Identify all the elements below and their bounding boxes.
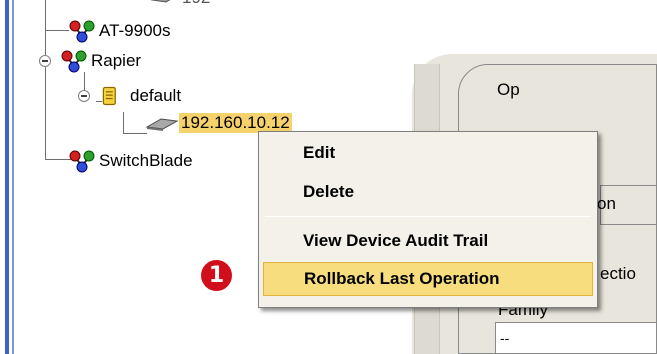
- network-node-icon: [69, 20, 95, 43]
- expander-toggle-icon[interactable]: [78, 90, 90, 102]
- panel-tab-label-partial: on: [597, 194, 616, 213]
- tree-item-rapier[interactable]: Rapier: [61, 49, 143, 73]
- tree-item-label: 192: [180, 0, 212, 8]
- family-field[interactable]: [495, 322, 657, 354]
- expander-toggle-icon[interactable]: [39, 55, 51, 67]
- tree-item-label: AT-9900s: [99, 21, 171, 40]
- menu-item-delete[interactable]: Delete: [263, 175, 593, 209]
- menu-separator: [265, 216, 591, 217]
- device-icon: [145, 118, 179, 131]
- menu-item-rollback-last-operation[interactable]: Rollback Last Operation: [263, 262, 593, 296]
- menu-item-edit[interactable]: Edit: [263, 136, 593, 170]
- tree-connector: [45, 0, 46, 159]
- menu-item-view-device-audit-trail[interactable]: View Device Audit Trail: [263, 224, 593, 258]
- tree-connector: [123, 133, 147, 134]
- tree-item-label: default: [130, 86, 182, 105]
- tree-connector: [45, 159, 71, 160]
- connection-label-partial: ectio: [600, 264, 636, 283]
- tree-item-label: SwitchBlade: [99, 151, 193, 170]
- context-menu: Edit Delete View Device Audit Trail Roll…: [258, 131, 598, 308]
- step-callout-badge: 1: [201, 260, 232, 291]
- tree-item-switchblade[interactable]: SwitchBlade: [69, 149, 195, 173]
- scroll-folder-icon: [102, 86, 116, 106]
- panel-heading-partial: Op: [497, 80, 520, 99]
- tree-item-label: 192.160.10.12: [179, 113, 292, 133]
- tree-connector: [45, 30, 69, 31]
- device-icon: [150, 0, 171, 3]
- tree-item-truncated[interactable]: 192: [150, 0, 212, 8]
- tree-item-label: Rapier: [91, 51, 142, 70]
- network-node-icon: [61, 50, 87, 73]
- network-node-icon: [69, 150, 95, 173]
- tree-item-device-ip[interactable]: 192.160.10.12: [145, 113, 292, 133]
- screenshot-stage: Op on ectio Family -- 192 AT-9900s Rap: [0, 0, 657, 354]
- family-field-value: --: [500, 330, 510, 346]
- tree-item-default[interactable]: default: [100, 84, 183, 108]
- tree-connector: [123, 112, 124, 134]
- left-splitter-bar[interactable]: [5, 0, 9, 354]
- left-splitter-bar-inner: [12, 0, 14, 354]
- tree-item-at9900s[interactable]: AT-9900s: [69, 19, 173, 43]
